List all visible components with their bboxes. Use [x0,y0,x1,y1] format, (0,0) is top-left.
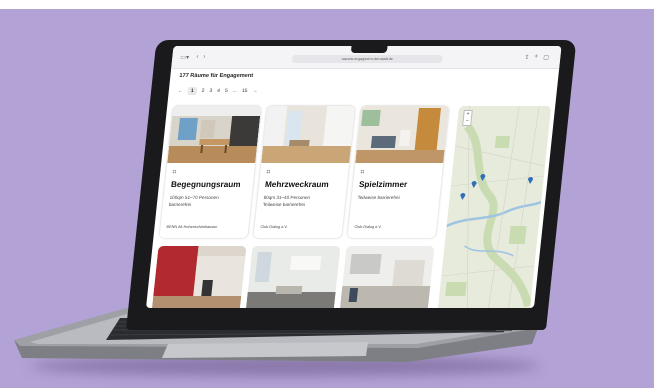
camera-notch [350,46,388,53]
back-arrow-icon[interactable]: ‹ [196,54,199,60]
room-organization: Club Dialog e.V. [260,225,288,229]
room-meta: 100qm 51–70 Personen barrierefrei [169,195,250,208]
room-title: Mehrzweckraum [264,180,330,189]
room-card[interactable]: ⌗ Begegnungsraum 100qm 51–70 Personen ba… [159,106,262,238]
room-photo [355,106,450,163]
page-3[interactable]: 3 [209,88,212,94]
room-frame-icon: ⌗ [359,169,365,176]
room-title: Spielzimmer [358,180,408,189]
tabs-icon[interactable]: ▢ [543,54,549,61]
room-card[interactable]: ⌗ Spielzimmer Teilweise barrierefrei Clu… [347,106,450,238]
room-organization: Club Dialog e.V. [354,225,382,229]
page-5[interactable]: 5 [225,88,228,94]
zoom-out-button[interactable]: − [463,118,471,125]
room-organization: BENN Alt-Hohenschönhausen [166,225,218,229]
share-icon[interactable]: ⇪ [524,54,530,61]
room-card[interactable]: ⌗ Mehrzweckraum 60qm 31–40 Personen Teil… [253,106,356,238]
map-pin-icon[interactable] [527,176,534,184]
next-page-button[interactable]: → [252,88,258,94]
room-frame-icon: ⌗ [265,169,271,176]
room-meta: Teilweise barrierefrei [357,195,438,202]
room-accessibility: barrierefrei [168,201,192,207]
sidebar-icon[interactable]: ▭▾ [180,54,189,61]
prev-page-button[interactable]: ← [177,88,183,94]
zoom-in-button[interactable]: + [464,111,472,118]
room-card-photo[interactable] [151,246,247,308]
map-pin-icon[interactable] [459,192,466,200]
room-photo [261,106,356,163]
plus-icon[interactable]: + [534,54,538,60]
room-frame-icon: ⌗ [171,169,177,176]
page-2[interactable]: 2 [201,88,204,94]
room-card-photo[interactable] [245,246,341,308]
forward-arrow-icon[interactable]: › [203,54,206,60]
map-pin-icon[interactable] [479,173,486,181]
pagination: ← 1 2 3 4 5 ... 15 → [177,87,258,95]
pagination-ellipsis: ... [232,88,238,94]
page-4[interactable]: 4 [217,88,220,94]
room-card-photo[interactable] [339,246,435,308]
map-pin-icon[interactable] [471,180,478,188]
page-title: 177 Räume für Engagement [179,73,254,79]
room-accessibility: Teilweise barrierefrei [262,201,306,207]
map[interactable] [437,106,552,308]
browser-window: ▭▾ ‹ › raeume.engagiert-in-der-stadt.de … [146,46,562,308]
room-meta: 60qm 31–40 Personen Teilweise barrierefr… [263,195,344,208]
room-photo [167,106,262,163]
address-bar[interactable]: raeume.engagiert-in-der-stadt.de [291,55,443,63]
room-accessibility: Teilweise barrierefrei [357,195,401,200]
page-1[interactable]: 1 [187,87,198,95]
map-zoom-control[interactable]: + − [462,110,473,126]
room-title: Begegnungsraum [170,180,242,189]
page-15[interactable]: 15 [242,88,248,94]
